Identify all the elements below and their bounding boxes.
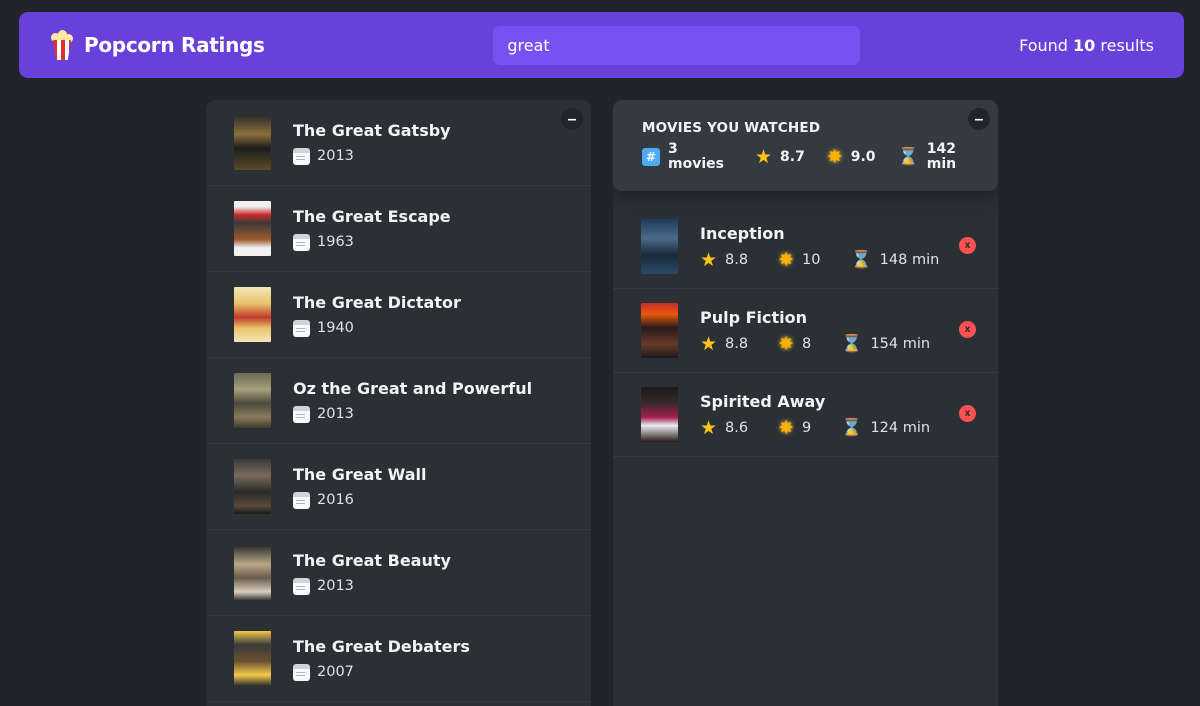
movie-title: Inception [700,223,785,243]
movie-title: The Great Gatsby [293,120,451,140]
hourglass-icon: ⌛ [841,333,863,354]
delete-watched-button[interactable]: x [959,237,976,254]
movie-poster [234,459,271,514]
movie-title: The Great Dictator [293,292,461,312]
glowing-star-icon: ✸ [778,248,795,271]
hourglass-icon: ⌛ [897,146,919,167]
calendar-icon [293,405,310,423]
watched-movie-item[interactable]: Inception ★ 8.8 ✸ 10 ⌛ 148 min x [613,205,998,289]
imdb-rating: 8.8 [725,336,749,352]
movie-year: 2013 [317,578,354,594]
search-input[interactable] [493,25,861,65]
movie-list-item[interactable]: The Great Gatsby 2013 [206,100,591,186]
movie-year: 2013 [317,406,354,422]
watched-summary: Movies you watched # 3 movies ★ 8.7 ✸ 9.0… [613,100,998,191]
calendar-icon [293,319,310,337]
movie-title: Spirited Away [700,391,826,411]
movie-title: Pulp Fiction [700,307,808,327]
summary-count: # 3 movies [642,142,724,172]
star-icon: ★ [700,248,718,271]
delete-watched-button[interactable]: x [959,321,976,338]
star-icon: ★ [700,332,718,355]
collapse-search-results-button[interactable]: – [561,108,583,130]
search-results-box: – The Great Gatsby 2013 The Great Escape… [206,100,591,706]
calendar-icon [293,147,310,165]
runtime: 154 min [870,336,931,352]
user-rating: 10 [802,252,821,268]
movie-title: The Great Escape [293,206,451,226]
movie-list-item[interactable]: The Great Wall 2016 [206,444,591,530]
movie-poster [234,287,271,342]
movie-year: 2007 [317,664,354,680]
movie-title: The Great Wall [293,464,427,484]
imdb-rating: 8.8 [725,252,749,268]
calendar-icon [293,663,310,681]
movie-title: The Great Debaters [293,636,470,656]
summary-title: Movies you watched [642,120,821,136]
collapse-watched-button[interactable]: – [968,108,990,130]
movie-list-item[interactable]: The Great Dictator 1940 [206,272,591,358]
hourglass-icon: ⌛ [841,417,863,438]
star-icon: ★ [700,416,718,439]
movie-poster [641,387,678,442]
glowing-star-icon: ✸ [778,332,795,355]
watched-box: – Movies you watched # 3 movies ★ 8.7 ✸ 9… [613,100,998,706]
movie-year: 2016 [317,492,354,508]
watched-movie-item[interactable]: Spirited Away ★ 8.6 ✸ 9 ⌛ 124 min x [613,373,998,457]
movie-poster [234,373,271,428]
watched-movie-item[interactable]: Pulp Fiction ★ 8.8 ✸ 8 ⌛ 154 min x [613,289,998,373]
user-rating: 9 [802,420,812,436]
movie-year: 2013 [317,148,354,164]
movie-title: The Great Beauty [293,550,451,570]
movie-list-item[interactable]: The Great Escape 1963 [206,186,591,272]
logo-title: Popcorn Ratings [84,33,265,57]
movie-year: 1940 [317,320,354,336]
star-icon: ★ [754,145,773,168]
movie-poster [234,545,271,600]
glowing-star-icon: ✸ [778,416,795,439]
movie-poster [234,201,271,256]
hash-icon: # [642,148,660,166]
calendar-icon [293,491,310,509]
movie-list-item[interactable]: Oz the Great and Powerful 2013 [206,358,591,444]
user-rating: 8 [802,336,812,352]
imdb-rating: 8.6 [725,420,749,436]
summary-imdb-rating: ★ 8.7 [754,145,805,168]
movie-poster [641,219,678,274]
results-count: Found 10 results [1019,35,1154,55]
hourglass-icon: ⌛ [850,249,872,270]
summary-runtime: ⌛ 142 min [897,141,957,172]
calendar-icon [293,577,310,595]
movie-list-item[interactable]: The Great Beauty 2013 [206,530,591,616]
navbar: Popcorn Ratings Found 10 results [19,12,1184,78]
popcorn-icon [49,29,75,61]
movie-poster [641,303,678,358]
movie-poster [234,631,271,686]
glowing-star-icon: ✸ [826,145,843,168]
runtime: 124 min [870,420,931,436]
logo: Popcorn Ratings [49,29,265,61]
delete-watched-button[interactable]: x [959,405,976,422]
movie-year: 1963 [317,234,354,250]
movie-title: Oz the Great and Powerful [293,378,533,398]
runtime: 148 min [879,252,940,268]
movie-poster [234,115,271,170]
summary-user-rating: ✸ 9.0 [826,145,876,168]
calendar-icon [293,233,310,251]
movie-list-item[interactable]: The Great Debaters 2007 [206,616,591,702]
